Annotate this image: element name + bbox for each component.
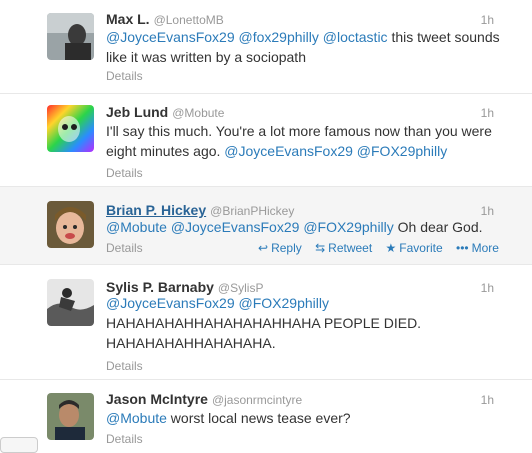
mention-link[interactable]: @JoyceEvansFox29: [106, 295, 235, 311]
text-segment: worst local news tease ever?: [166, 410, 351, 426]
tweet-actions: ↩ Reply ⇆ Retweet ★ Favorite ••• More: [258, 241, 509, 255]
tweet-timestamp[interactable]: 1h: [481, 13, 494, 27]
mention-link[interactable]: @JoyceEvansFox29: [171, 219, 300, 235]
scroll-top-button[interactable]: [0, 437, 38, 453]
user-handle[interactable]: @jasonrmcintyre: [212, 393, 302, 407]
details-link[interactable]: Details: [106, 359, 143, 373]
mention-link[interactable]: @JoyceEvansFox29: [224, 143, 353, 159]
tweet-timestamp[interactable]: 1h: [481, 106, 494, 120]
user-handle[interactable]: @BrianPHickey: [210, 204, 294, 218]
tweet-text: @JoyceEvansFox29 @fox29philly @loctastic…: [106, 27, 506, 67]
tweet-timestamp[interactable]: 1h: [481, 393, 494, 407]
reply-icon: ↩: [258, 241, 269, 255]
details-link[interactable]: Details: [106, 432, 143, 446]
tweet-header: Jason McIntyre @jasonrmcintyre: [106, 391, 482, 409]
user-fullname[interactable]: Jeb Lund: [106, 104, 168, 120]
avatar[interactable]: [47, 105, 94, 152]
star-icon: ★: [385, 241, 397, 255]
favorite-label: Favorite: [399, 241, 443, 255]
reply-button[interactable]: ↩ Reply: [258, 241, 302, 255]
mention-link[interactable]: @FOX29philly: [239, 295, 329, 311]
tweet-text: I'll say this much. You're a lot more fa…: [106, 121, 506, 161]
more-label: More: [471, 241, 499, 255]
more-dots-icon: •••: [456, 241, 469, 255]
avatar[interactable]: [47, 13, 94, 60]
reply-label: Reply: [271, 241, 302, 255]
tweet-item[interactable]: Max L. @LonettoMB 1h @JoyceEvansFox29 @fo…: [0, 0, 532, 94]
details-link[interactable]: Details: [106, 166, 143, 180]
tweet-text: @JoyceEvansFox29 @FOX29philly HAHAHAHAHH…: [106, 293, 436, 353]
user-fullname[interactable]: Max L.: [106, 11, 150, 27]
user-handle[interactable]: @Mobute: [172, 106, 224, 120]
mention-link[interactable]: @FOX29philly: [303, 219, 393, 235]
user-handle[interactable]: @LonettoMB: [154, 13, 224, 27]
mention-link[interactable]: @JoyceEvansFox29: [106, 29, 235, 45]
retweet-label: Retweet: [328, 241, 373, 255]
favorite-button[interactable]: ★ Favorite: [386, 241, 443, 255]
text-segment: Oh dear God.: [393, 219, 483, 235]
tweet-text: @Mobute worst local news tease ever?: [106, 408, 506, 428]
tweet-item[interactable]: Sylis P. Barnaby @SylisP 1h @JoyceEvansFo…: [0, 265, 532, 380]
tweet-item[interactable]: Jason McIntyre @jasonrmcintyre 1h @Mobute…: [0, 380, 532, 448]
tweet-timestamp[interactable]: 1h: [481, 281, 494, 295]
mention-link[interactable]: @loctastic: [323, 29, 388, 45]
text-segment: HAHAHAHAHHAHAHAHAHHAHA PEOPLE DIED. HAHA…: [106, 315, 422, 351]
mention-link[interactable]: @Mobute: [106, 410, 167, 426]
retweet-button[interactable]: ⇆ Retweet: [315, 241, 372, 255]
mention-link[interactable]: @FOX29philly: [357, 143, 447, 159]
tweet-timestamp[interactable]: 1h: [481, 204, 494, 218]
avatar[interactable]: [47, 393, 94, 440]
more-button[interactable]: ••• More: [456, 241, 499, 255]
tweet-item[interactable]: Jeb Lund @Mobute 1h I'll say this much. Y…: [0, 94, 532, 187]
user-fullname[interactable]: Jason McIntyre: [106, 391, 208, 407]
user-fullname[interactable]: Brian P. Hickey: [106, 202, 206, 218]
mention-link[interactable]: @fox29philly: [239, 29, 319, 45]
tweet-item[interactable]: Brian P. Hickey @BrianPHickey 1h @Mobute …: [0, 187, 532, 265]
retweet-icon: ⇆: [315, 241, 326, 255]
tweet-header: Jeb Lund @Mobute: [106, 104, 482, 122]
tweet-text: @Mobute @JoyceEvansFox29 @FOX29philly Oh…: [106, 217, 506, 237]
avatar[interactable]: [47, 201, 94, 248]
details-link[interactable]: Details: [106, 69, 143, 83]
mention-link[interactable]: @Mobute: [106, 219, 167, 235]
avatar[interactable]: [47, 279, 94, 326]
details-link[interactable]: Details: [106, 241, 143, 255]
